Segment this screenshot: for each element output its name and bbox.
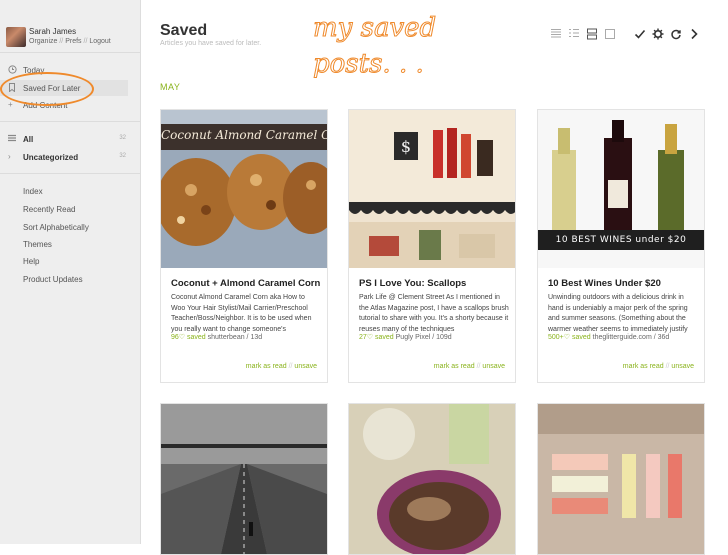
article-source[interactable]: shutterbean / 13d	[208, 334, 263, 341]
article-image[interactable]	[349, 404, 515, 554]
article-image[interactable]	[538, 404, 704, 554]
divider	[0, 121, 140, 122]
prefs-link[interactable]: Prefs	[65, 38, 81, 45]
nav-uncategorized[interactable]: › Uncategorized 32	[0, 149, 128, 165]
separator: //	[83, 38, 88, 45]
chevron-right-icon[interactable]: ›	[8, 152, 11, 162]
article-card[interactable]: Coconut Almond Caramel Corn Coconut + Al…	[160, 109, 328, 383]
article-title[interactable]: PS I Love You: Scallops	[359, 278, 509, 289]
article-card[interactable]	[348, 403, 516, 555]
article-meta: 96♡ saved shutterbean / 13d	[171, 333, 262, 341]
separator: //	[59, 38, 64, 45]
organize-link[interactable]: Organize	[29, 38, 57, 45]
main-content: Saved Articles you have saved for later.…	[141, 0, 728, 555]
unsave-link[interactable]: unsave	[482, 363, 505, 370]
plus-icon: +	[8, 100, 13, 109]
article-meta: 500+♡ saved theglitterguide.com / 36d	[548, 333, 669, 341]
separator: //	[288, 363, 293, 370]
article-title[interactable]: 10 Best Wines Under $20	[548, 278, 698, 289]
list-icon	[8, 134, 16, 145]
view-list-icon[interactable]	[549, 28, 563, 42]
annotation-circle	[0, 72, 94, 106]
section-month: MAY	[160, 82, 181, 92]
saved-count: 500+♡ saved	[548, 334, 591, 341]
article-image[interactable]: $	[349, 110, 515, 268]
image-banner-text: 10 BEST WINES under $20	[555, 235, 687, 245]
article-card[interactable]	[160, 403, 328, 555]
link-themes[interactable]: Themes	[23, 240, 52, 249]
article-image[interactable]	[161, 404, 327, 554]
sidebar: Sarah James Organize // Prefs // Logout …	[0, 0, 141, 544]
separator: //	[665, 363, 670, 370]
view-card-icon[interactable]	[603, 28, 617, 42]
mark-as-read-link[interactable]: mark as read	[434, 363, 475, 370]
mark-as-read-link[interactable]: mark as read	[246, 363, 287, 370]
article-card[interactable]: 10 BEST WINES under $20 10 Best Wines Un…	[537, 109, 705, 383]
separator: //	[476, 363, 481, 370]
nav-uncategorized-count: 32	[119, 153, 126, 159]
logout-link[interactable]: Logout	[89, 38, 110, 45]
link-sort-alphabetically[interactable]: Sort Alphabetically	[23, 223, 89, 232]
svg-text:$: $	[401, 137, 411, 156]
nav-all-count: 32	[119, 135, 126, 141]
article-source[interactable]: Pugly Pixel / 109d	[396, 334, 452, 341]
refresh-icon[interactable]	[669, 28, 683, 42]
view-magazine-icon[interactable]	[585, 28, 599, 42]
divider	[0, 52, 140, 53]
user-links: Organize // Prefs // Logout	[29, 38, 111, 45]
unsave-link[interactable]: unsave	[294, 363, 317, 370]
handwritten-annotation: my saved posts. . .	[311, 6, 471, 86]
article-excerpt: Park Life @ Clement Street As I mentione…	[359, 294, 509, 333]
nav-all[interactable]: All 32	[0, 131, 128, 147]
article-excerpt: Coconut Almond Caramel Corn aka How to W…	[171, 294, 312, 333]
article-source[interactable]: theglitterguide.com / 36d	[593, 334, 670, 341]
article-meta: 27♡ saved Pugly Pixel / 109d	[359, 333, 452, 341]
image-banner-text: Coconut Almond Caramel Corn	[161, 128, 327, 142]
saved-count: 96♡ saved	[171, 334, 206, 341]
link-index[interactable]: Index	[23, 187, 43, 196]
article-title[interactable]: Coconut + Almond Caramel Corn	[171, 278, 321, 289]
gear-icon[interactable]	[651, 28, 665, 42]
annotation-line-1: my saved	[313, 13, 436, 43]
nav-uncategorized-label: Uncategorized	[23, 153, 79, 162]
saved-count: 27♡ saved	[359, 334, 394, 341]
nav-all-label: All	[23, 135, 34, 144]
article-excerpt: Unwinding outdoors with a delicious drin…	[548, 294, 688, 333]
avatar[interactable]	[6, 27, 26, 47]
user-name: Sarah James	[29, 27, 77, 36]
article-card[interactable]: $ PS I Love You: Scallops Park Life @ Cl…	[348, 109, 516, 383]
checkmark-icon[interactable]	[633, 28, 647, 42]
annotation-line-2: posts. . .	[313, 49, 424, 79]
view-title-icon[interactable]	[567, 28, 581, 42]
article-card[interactable]	[537, 403, 705, 555]
link-help[interactable]: Help	[23, 257, 39, 266]
link-recently-read[interactable]: Recently Read	[23, 205, 75, 214]
unsave-link[interactable]: unsave	[671, 363, 694, 370]
page-subtitle: Articles you have saved for later.	[160, 40, 262, 47]
link-product-updates[interactable]: Product Updates	[23, 275, 83, 284]
next-arrow-icon[interactable]	[687, 28, 701, 42]
card-actions: mark as read // unsave	[623, 363, 694, 370]
page-title: Saved	[160, 22, 208, 39]
card-actions: mark as read // unsave	[434, 363, 505, 370]
card-actions: mark as read // unsave	[246, 363, 317, 370]
mark-as-read-link[interactable]: mark as read	[623, 363, 664, 370]
divider	[0, 173, 140, 174]
